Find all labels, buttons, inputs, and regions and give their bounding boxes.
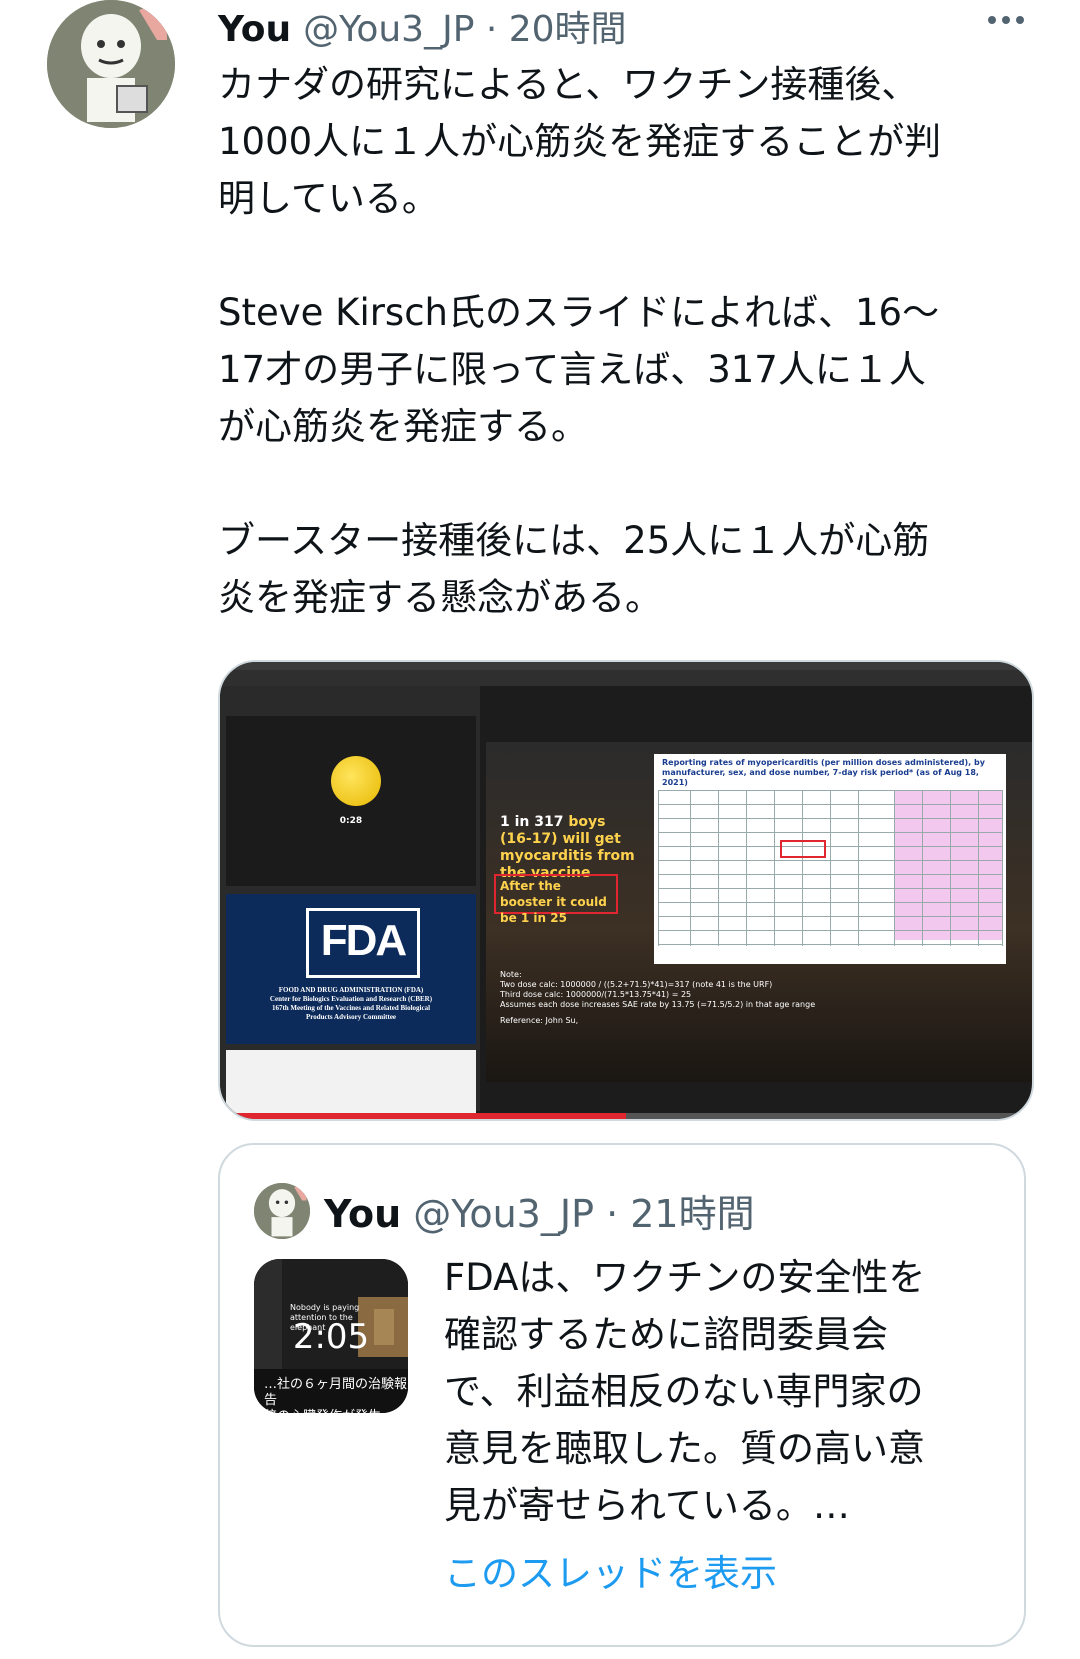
tweet-header: You @You3_JP · 20時間: [218, 0, 627, 50]
video-timer: 0:28: [339, 816, 363, 826]
author-name[interactable]: You: [218, 9, 291, 50]
slide-table: Reporting rates of myopericarditis (per …: [654, 754, 1006, 964]
tweet-video[interactable]: 0:28 FDA FOOD AND DRUG ADMINISTRATION (F…: [218, 660, 1034, 1121]
slide-note-text: Note: Two dose calc: 1000000 / ((5.2+71.…: [500, 970, 816, 1009]
author-handle-time[interactable]: @You3_JP · 20時間: [303, 0, 626, 52]
tweet-text: カナダの研究によると、ワクチン接種後、 1000人に１人が心筋炎を発症することが…: [218, 63, 942, 619]
video-window-menubar: [220, 670, 1032, 686]
avatar-image: [47, 0, 175, 128]
table-grid: [654, 790, 1006, 946]
callout-main-a: 1 in 317: [500, 814, 569, 830]
video-progress-fill: [220, 1113, 626, 1119]
fda-panel: FDA FOOD AND DRUG ADMINISTRATION (FDA) C…: [226, 894, 476, 1044]
slide-table-title: Reporting rates of myopericarditis (per …: [662, 758, 985, 787]
slide-callout-main: 1 in 317 boys (16-17) will get myocardit…: [500, 814, 640, 882]
highlighted-cell: [780, 840, 826, 858]
quoted-tweet[interactable]: You @You3_JP · 21時間 Nobody is paying att…: [218, 1143, 1026, 1647]
quoted-video-thumbnail[interactable]: Nobody is paying attention to the elepha…: [254, 1259, 408, 1413]
presentation-slide: 1 in 317 boys (16-17) will get myocardit…: [486, 742, 1032, 1082]
slide-note: Note: Two dose calc: 1000000 / ((5.2+71.…: [500, 970, 880, 1026]
slide-callout-booster: After the booster it could be 1 in 25: [494, 874, 618, 925]
quoted-tweet-text: FDAは、ワクチンの安全性を 確認するために諮問委員会 で、利益相反のない専門家…: [444, 1256, 926, 1527]
slide-reference: Reference: John Su,: [500, 1016, 579, 1025]
more-options-button[interactable]: [984, 8, 1028, 32]
more-horizontal-icon: [988, 16, 1024, 24]
author-avatar[interactable]: [47, 0, 175, 128]
quoted-author-avatar[interactable]: [254, 1183, 310, 1239]
video-duration: 2:05: [292, 1317, 370, 1357]
chat-pane: [226, 1050, 476, 1119]
quoted-avatar-image: [254, 1183, 310, 1239]
fda-subtitle: FOOD AND DRUG ADMINISTRATION (FDA) Cente…: [269, 986, 433, 1021]
fda-logo: FDA: [306, 908, 420, 978]
video-camera-panel: 0:28: [226, 716, 476, 886]
video-left-pane: 0:28 FDA FOOD AND DRUG ADMINISTRATION (F…: [220, 686, 480, 1119]
stage-lights-icon: [331, 756, 381, 806]
thumbnail-caption: …社の６ヶ月間の治験報告 倍の心臓発作が発生: [264, 1377, 408, 1413]
quoted-author-name[interactable]: You: [324, 1192, 401, 1236]
show-thread-link[interactable]: このスレッドを表示: [444, 1543, 777, 1597]
quoted-tweet-header: You @You3_JP · 21時間: [324, 1183, 755, 1236]
quoted-author-handle-time[interactable]: @You3_JP · 21時間: [413, 1183, 754, 1238]
